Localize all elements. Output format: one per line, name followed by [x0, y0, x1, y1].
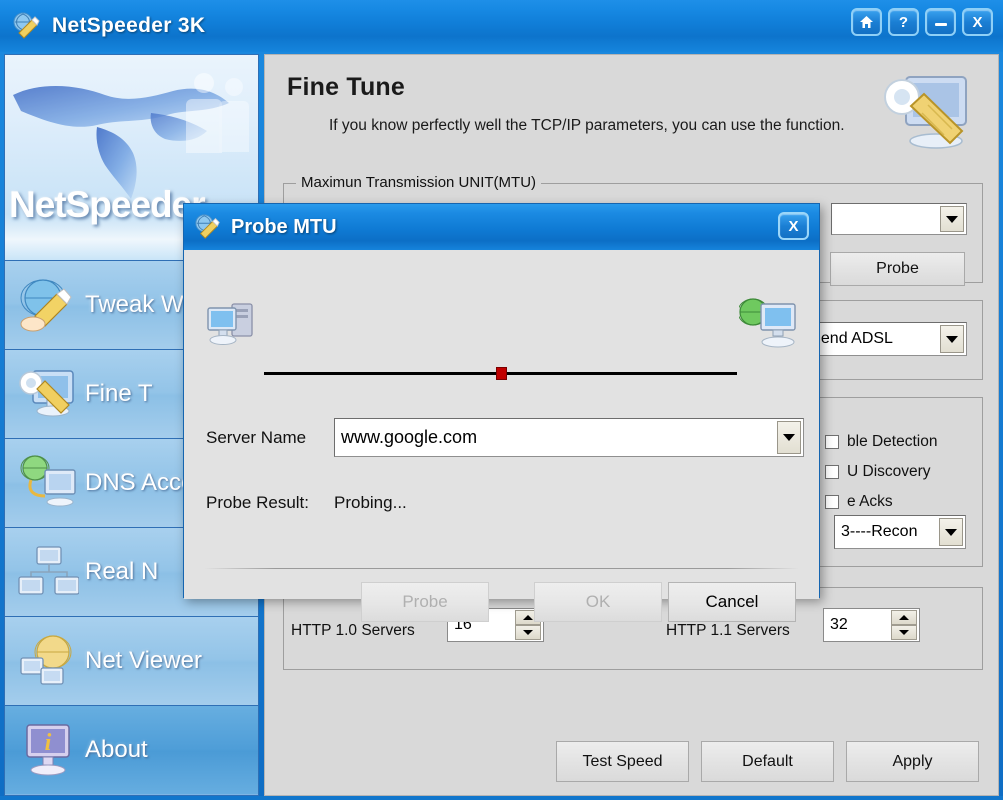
http11-servers-label: HTTP 1.1 Servers [666, 622, 790, 639]
dns-globe-monitor-icon [11, 450, 85, 516]
window-controls: ? X [851, 8, 993, 36]
server-name-label: Server Name [206, 428, 307, 447]
http11-servers-value: 32 [830, 616, 848, 633]
people-silhouette-graphic [186, 73, 249, 153]
http11-servers-stepper[interactable]: 32 [823, 608, 920, 642]
connection-type-combo[interactable]: nend ADSL [805, 322, 967, 356]
sidebar-item-label: Real N [85, 558, 159, 585]
remote-server-globe-icon [739, 298, 796, 348]
apply-button[interactable]: Apply [846, 741, 979, 782]
network-monitors-icon [11, 539, 85, 605]
checkbox-box[interactable] [825, 495, 839, 509]
chevron-down-icon[interactable] [777, 421, 801, 454]
window-bottom-strip [0, 796, 1003, 800]
dialog-close-button[interactable]: X [778, 212, 809, 240]
window-title: NetSpeeder 3K [52, 14, 206, 37]
sidebar-item-net-viewer[interactable]: Net Viewer [5, 616, 258, 705]
dialog-ok-button[interactable]: OK [534, 582, 662, 622]
dialog-probe-label: Probe [402, 592, 448, 611]
test-speed-label: Test Speed [582, 752, 663, 770]
minimize-button[interactable] [925, 8, 956, 36]
server-name-combo[interactable]: www.google.com [334, 418, 804, 457]
mtu-group-title: Maximun Transmission UNIT(MTU) [296, 174, 542, 191]
dialog-cancel-label: Cancel [705, 592, 759, 611]
close-glyph: X [788, 217, 799, 235]
dialog-separator [204, 568, 799, 569]
stepper-buttons[interactable] [891, 610, 917, 640]
max-duplicate-acks-combo[interactable]: 3----Recon [834, 515, 966, 549]
close-glyph: X [972, 13, 983, 31]
sidebar-item-about[interactable]: i About [5, 705, 258, 794]
default-button[interactable]: Default [701, 741, 834, 782]
wrench-monitor-icon [11, 361, 85, 427]
dialog-cancel-button[interactable]: Cancel [668, 582, 796, 622]
sidebar-item-label: About [85, 736, 148, 763]
stepper-down-icon[interactable] [891, 625, 917, 640]
page-header: Fine Tune If you know perfectly well the… [265, 55, 998, 175]
sidebar-logo-text: NetSpeeder [9, 184, 206, 225]
option-label: e Acks [847, 493, 893, 510]
http10-servers-label: HTTP 1.0 Servers [291, 622, 415, 639]
chevron-down-icon[interactable] [940, 206, 964, 232]
mtu-probe-button[interactable]: Probe [830, 252, 965, 286]
svg-text:i: i [45, 730, 52, 756]
dialog-ok-label: OK [585, 592, 611, 611]
window-titlebar: NetSpeeder 3K ? X [0, 0, 1003, 52]
mtu-probe-label: Probe [876, 260, 919, 277]
dialog-body: Server Name www.google.com Probe Result:… [184, 250, 819, 622]
help-button[interactable]: ? [888, 8, 919, 36]
close-button[interactable]: X [962, 8, 993, 36]
apply-label: Apply [892, 752, 933, 770]
fine-tune-icon [884, 76, 967, 149]
option-label: ble Detection [847, 433, 938, 450]
application-window: NetSpeeder 3K ? X NetSpeeder Tweak W Fin… [0, 0, 1003, 800]
globe-hand-icon [11, 272, 85, 338]
probe-mtu-dialog: Probe MTU X Server Name www.google.com P… [183, 203, 820, 622]
option-checkbox-selective-acks[interactable]: e Acks [825, 493, 893, 511]
chevron-down-icon[interactable] [939, 518, 963, 546]
default-label: Default [742, 752, 793, 770]
dialog-titlebar: Probe MTU X [184, 204, 819, 250]
packet-marker [495, 367, 507, 380]
sidebar-item-label: DNS Acce [85, 469, 195, 496]
connection-type-text: nend ADSL [812, 330, 893, 347]
mtu-value-combo[interactable] [831, 203, 967, 235]
netspeeder-icon [194, 213, 222, 241]
probe-result-value: Probing... [334, 493, 407, 512]
probe-result-label: Probe Result: [206, 493, 309, 512]
sidebar-item-label: Fine T [85, 380, 153, 407]
home-button[interactable] [851, 8, 882, 36]
max-duplicate-acks-value: 3----Recon [841, 523, 918, 540]
server-name-value: www.google.com [341, 427, 478, 447]
chevron-down-icon[interactable] [940, 325, 964, 353]
option-checkbox-mtu-discovery[interactable]: U Discovery [825, 463, 931, 481]
sidebar-item-label: Net Viewer [85, 647, 202, 674]
checkbox-box[interactable] [825, 465, 839, 479]
net-viewer-icon [11, 628, 85, 694]
checkbox-box[interactable] [825, 435, 839, 449]
option-checkbox-detection[interactable]: ble Detection [825, 433, 937, 451]
info-monitor-icon: i [11, 717, 85, 783]
dialog-probe-button[interactable]: Probe [361, 582, 489, 622]
dialog-title: Probe MTU [231, 215, 337, 238]
sidebar-item-label: Tweak W [85, 291, 184, 318]
probe-animation [184, 250, 819, 380]
local-computer-icon [207, 303, 253, 345]
help-glyph: ? [898, 13, 909, 31]
option-label: U Discovery [847, 463, 931, 480]
stepper-up-icon[interactable] [891, 610, 917, 625]
page-description: If you know perfectly well the TCP/IP pa… [329, 117, 845, 134]
netspeeder-icon [12, 11, 42, 41]
stepper-down-icon[interactable] [515, 625, 541, 640]
test-speed-button[interactable]: Test Speed [556, 741, 689, 782]
